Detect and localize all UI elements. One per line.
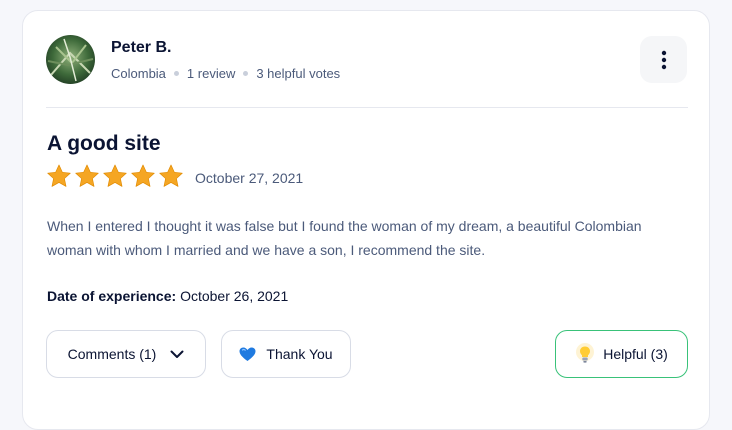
reviewer-name[interactable]: Peter B. [111, 39, 171, 57]
helpful-label: Helpful (3) [603, 346, 668, 362]
star-icon [46, 164, 72, 189]
thank-you-label: Thank You [266, 346, 333, 362]
more-vertical-icon [661, 50, 667, 70]
blue-heart-icon [239, 347, 256, 362]
star-rating [46, 164, 184, 189]
header-divider [46, 107, 688, 108]
star-icon [74, 164, 100, 189]
lightbulb-icon [575, 343, 595, 365]
comments-label: Comments (1) [67, 346, 157, 362]
helpful-button[interactable]: Helpful (3) [555, 330, 688, 378]
experience-label: Date of experience: [47, 288, 177, 304]
star-icon [102, 164, 128, 189]
star-icon [130, 164, 156, 189]
review-card: Peter B. Colombia 1 review 3 helpful vot… [22, 10, 710, 430]
review-text: When I entered I thought it was false bu… [47, 218, 642, 258]
comments-button[interactable]: Comments (1) [46, 330, 206, 378]
date-of-experience: Date of experience: October 26, 2021 [47, 288, 288, 304]
more-options-button[interactable] [640, 36, 687, 83]
experience-date: October 26, 2021 [180, 288, 289, 304]
star-icon [158, 164, 184, 189]
review-date: October 27, 2021 [195, 170, 304, 186]
reviewer-country: Colombia [111, 66, 166, 81]
separator-dot [173, 71, 179, 76]
thank-you-button[interactable]: Thank You [221, 330, 351, 378]
reviewer-meta: Colombia 1 review 3 helpful votes [111, 66, 340, 81]
reviewer-review-count: 1 review [186, 66, 236, 81]
chevron-down-icon [170, 350, 184, 359]
avatar[interactable] [46, 35, 95, 84]
reviewer-helpful-votes: 3 helpful votes [256, 66, 341, 81]
separator-dot [243, 71, 249, 76]
review-title: A good site [47, 132, 161, 155]
